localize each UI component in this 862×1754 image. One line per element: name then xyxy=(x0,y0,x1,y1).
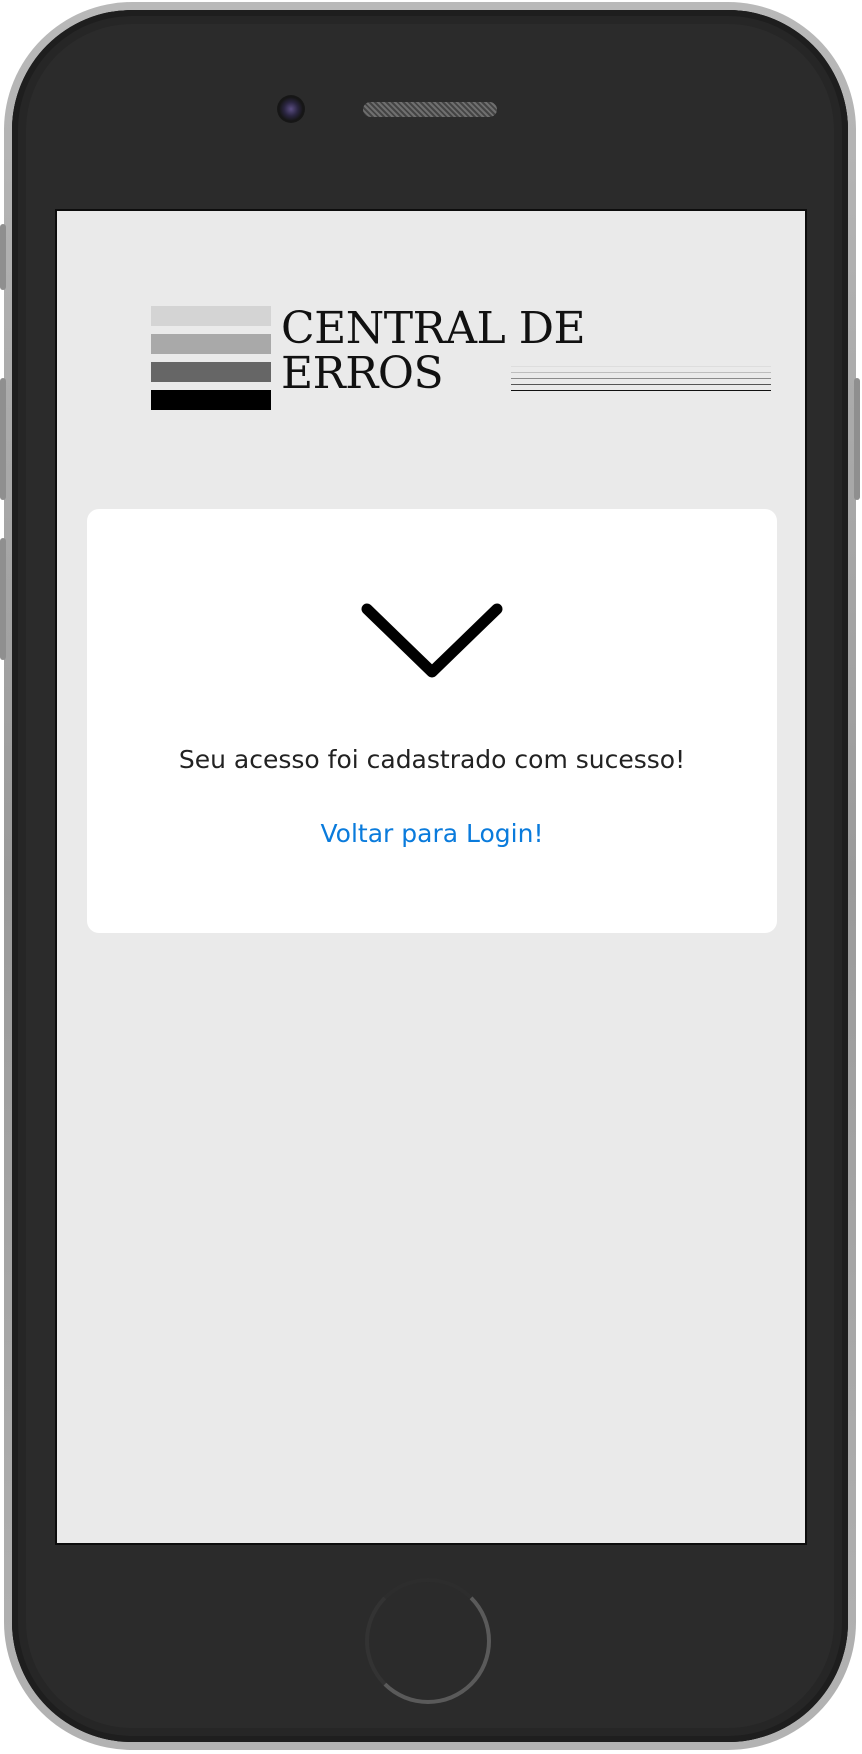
check-icon xyxy=(361,603,503,678)
volume-up-button xyxy=(0,378,6,500)
logo-bar-4 xyxy=(151,390,271,410)
logo-line xyxy=(511,384,771,385)
logo-bars xyxy=(151,306,271,416)
logo-line xyxy=(511,390,771,391)
logo-bar-1 xyxy=(151,306,271,326)
logo-line xyxy=(511,372,771,373)
power-button xyxy=(854,378,860,500)
front-camera xyxy=(277,95,305,123)
logo-text-line-1: CENTRAL DE xyxy=(281,303,586,354)
volume-down-button xyxy=(0,538,6,660)
logo-bar-2 xyxy=(151,334,271,354)
logo-line xyxy=(511,378,771,379)
logo-bar-3 xyxy=(151,362,271,382)
logo-decorative-lines xyxy=(511,366,771,394)
home-button[interactable] xyxy=(365,1578,491,1704)
success-message: Seu acesso foi cadastrado com sucesso! xyxy=(178,745,686,774)
logo-line xyxy=(511,366,771,367)
success-card: Seu acesso foi cadastrado com sucesso! V… xyxy=(87,509,777,933)
central-de-erros-logo: CENTRAL DE ERROS xyxy=(151,303,771,416)
back-to-login-link[interactable]: Voltar para Login! xyxy=(87,819,777,848)
mute-switch xyxy=(0,224,6,290)
screen: CENTRAL DE ERROS Seu acesso foi cadastra… xyxy=(55,209,807,1545)
earpiece-speaker xyxy=(363,102,497,117)
